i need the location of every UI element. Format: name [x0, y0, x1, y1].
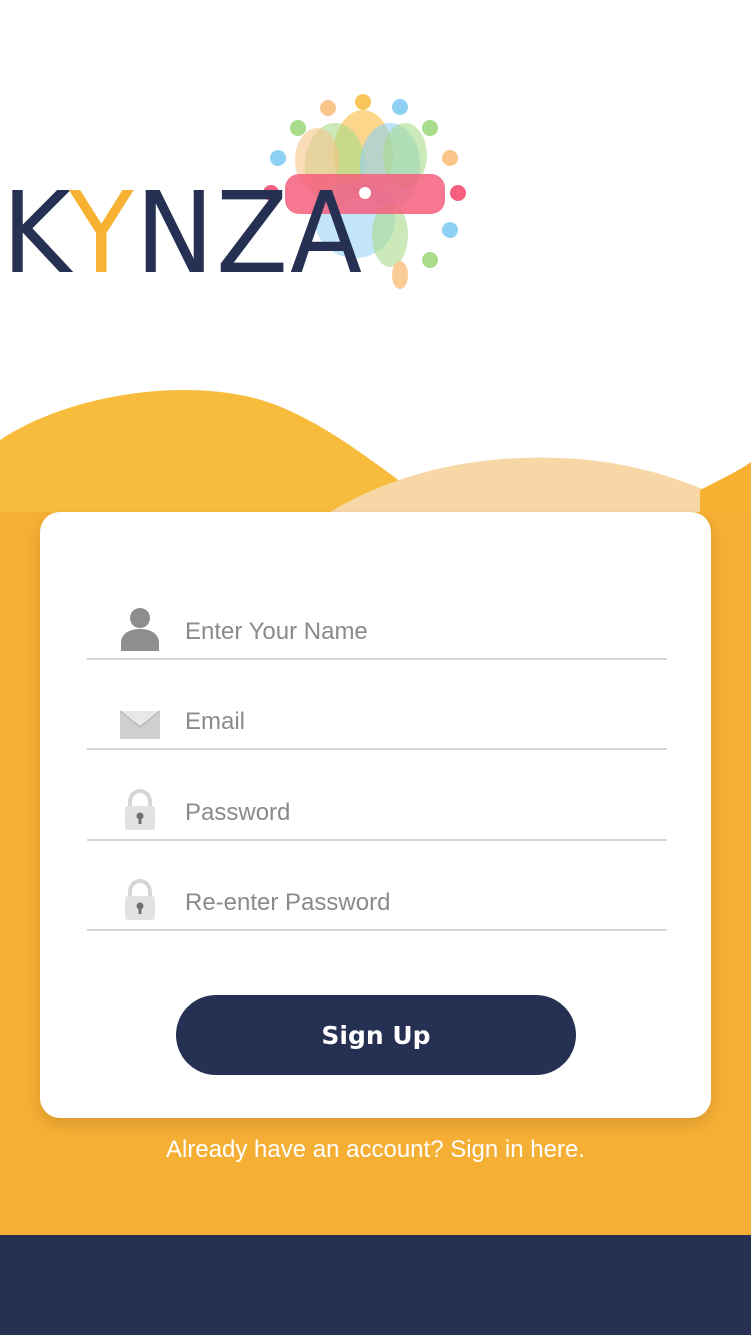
envelope-icon	[119, 710, 161, 739]
lock-icon	[125, 788, 155, 830]
logo-wordmark: KYNZA	[2, 178, 364, 290]
email-field-row	[87, 658, 667, 750]
signup-button[interactable]: Sign Up	[176, 995, 576, 1075]
name-input[interactable]	[185, 614, 645, 650]
name-field-row	[87, 568, 667, 660]
email-input[interactable]	[185, 704, 645, 740]
lock-icon	[125, 878, 155, 920]
confirm-password-input[interactable]	[185, 885, 645, 921]
password-input[interactable]	[185, 795, 645, 831]
footer-bar	[0, 1235, 751, 1335]
user-icon	[121, 608, 159, 651]
signin-link[interactable]: Already have an account? Sign in here.	[0, 1136, 751, 1164]
logo-text: KYNZA	[2, 169, 364, 299]
signup-card: Sign Up	[40, 512, 711, 1118]
confirm-password-field-row	[87, 839, 667, 931]
password-field-row	[87, 749, 667, 841]
